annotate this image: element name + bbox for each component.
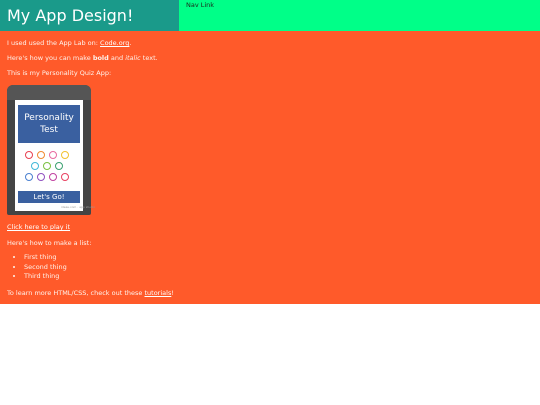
- face-icon: [49, 173, 57, 181]
- learn-paragraph: To learn more HTML/CSS, check out these …: [7, 289, 174, 298]
- face-icon: [43, 162, 51, 170]
- faces-grid: [21, 151, 77, 187]
- bullet-list: First thing Second thing Third thing: [7, 253, 67, 282]
- intro-period: .: [129, 39, 132, 47]
- app-footer-text: ideas.com · app studio: [61, 205, 96, 209]
- quiz-title-line2: Test: [40, 125, 58, 135]
- face-icon: [49, 151, 57, 159]
- lets-go-button: Let's Go!: [18, 191, 80, 203]
- learn-text: To learn more HTML/CSS, check out these: [7, 289, 145, 297]
- phone-screen: Personality Test Let's Go! ideas.com · a…: [15, 100, 95, 211]
- page-title: My App Design!: [7, 6, 134, 25]
- code-org-link[interactable]: Code.org: [100, 39, 129, 47]
- main-content: I used used the App Lab on: Code.org. He…: [0, 31, 540, 304]
- face-icon: [25, 173, 33, 181]
- format-text: Here's how you can make: [7, 54, 93, 62]
- face-icon: [37, 151, 45, 159]
- header-title-area: My App Design!: [0, 0, 179, 31]
- face-icon: [31, 162, 39, 170]
- header: My App Design! Nav Link: [0, 0, 540, 31]
- quiz-title-box: Personality Test: [18, 105, 80, 143]
- face-icon: [55, 162, 63, 170]
- face-icon: [25, 151, 33, 159]
- face-icon: [37, 173, 45, 181]
- face-icon: [61, 173, 69, 181]
- face-icon: [61, 151, 69, 159]
- format-paragraph: Here's how you can make bold and italic …: [7, 54, 158, 63]
- list-item: First thing: [24, 253, 67, 263]
- learn-end: !: [171, 289, 174, 297]
- quiz-title-line1: Personality: [24, 113, 74, 123]
- format-and: and: [108, 54, 126, 62]
- italic-text: italic: [125, 54, 141, 62]
- play-paragraph: Click here to play it: [7, 223, 70, 232]
- app-label: This is my Personality Quiz App:: [7, 69, 112, 77]
- list-label: Here's how to make a list:: [7, 239, 92, 247]
- list-item: Third thing: [24, 272, 67, 282]
- intro-text: I used used the App Lab on:: [7, 39, 101, 47]
- intro-paragraph: I used used the App Lab on: Code.org.: [7, 39, 131, 48]
- bold-text: bold: [92, 54, 109, 62]
- nav-bar: Nav Link: [179, 0, 540, 31]
- format-end: text.: [140, 54, 158, 62]
- tutorials-link[interactable]: tutorials: [144, 289, 171, 297]
- list-item: Second thing: [24, 263, 67, 273]
- app-screenshot-image: Personality Test Let's Go! ideas.com · a…: [7, 85, 95, 215]
- play-link[interactable]: Click here to play it: [7, 223, 70, 231]
- phone-top-bar: [7, 85, 91, 100]
- nav-link[interactable]: Nav Link: [186, 1, 214, 9]
